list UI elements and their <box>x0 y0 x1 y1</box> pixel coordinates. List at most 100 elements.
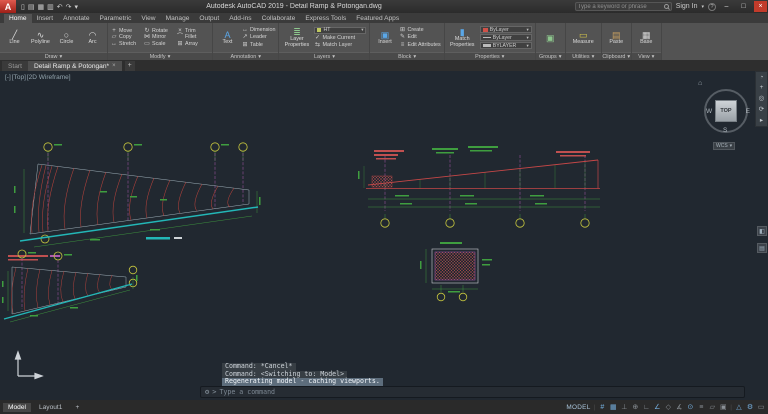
new-drawing-tab-button[interactable]: + <box>125 61 135 71</box>
viewcube-wcs-menu[interactable]: WCS▾ <box>713 142 735 150</box>
file-tab-start[interactable]: Start <box>2 61 28 71</box>
viewcube-south-label[interactable]: S <box>723 127 727 134</box>
stretch-button[interactable]: ↔Stretch <box>111 41 143 48</box>
transparency-icon[interactable]: ▱ <box>708 403 716 411</box>
tab-home[interactable]: Home <box>4 14 32 23</box>
insert-block-button[interactable]: ▣Insert <box>373 30 396 46</box>
create-block-button[interactable]: ⊞Create <box>399 27 440 34</box>
orbit-icon[interactable]: ⟳ <box>759 105 764 113</box>
linetype-combo[interactable]: ByLayer▾ <box>480 34 532 41</box>
tab-manage[interactable]: Manage <box>161 14 195 23</box>
tab-addins[interactable]: Add-ins <box>224 14 256 23</box>
viewport-dock-icon-1[interactable]: ◧ <box>757 226 767 236</box>
table-button[interactable]: ⊞Table <box>242 42 275 49</box>
workspace-switching-icon[interactable]: ⚙ <box>746 403 754 411</box>
tab-annotate[interactable]: Annotate <box>58 14 94 23</box>
panel-annotation-expander[interactable]: Annotation▾ <box>213 52 278 60</box>
text-button[interactable]: AText <box>216 30 239 46</box>
viewcube[interactable]: ⌂ W TOP E S WCS▾ <box>700 80 754 150</box>
tab-view[interactable]: View <box>136 14 160 23</box>
scale-button[interactable]: ▭Scale <box>144 41 176 48</box>
base-button[interactable]: ▦Base <box>635 30 658 46</box>
edit-block-button[interactable]: ✎Edit <box>399 34 440 41</box>
grid-icon[interactable]: # <box>598 404 606 411</box>
sign-in-button[interactable]: Sign In <box>676 3 698 10</box>
command-input[interactable] <box>219 388 740 396</box>
model-badge[interactable]: MODEL <box>566 404 590 411</box>
match-layer-button[interactable]: ⇆Match Layer <box>314 42 366 49</box>
viewcube-home-icon[interactable]: ⌂ <box>698 80 702 87</box>
qat-dropdown-icon[interactable]: ▾ <box>74 3 78 11</box>
panel-layers-expander[interactable]: Layers▾ <box>279 52 369 60</box>
layout1-tab[interactable]: Layout1 <box>34 403 67 412</box>
match-properties-button[interactable]: ▮Match Properties <box>448 27 477 48</box>
search-input[interactable] <box>578 4 662 10</box>
lineweight-icon[interactable]: ≡ <box>697 404 705 411</box>
viewport-view-button[interactable]: [Top] <box>12 74 26 81</box>
layer-combo[interactable]: HT▾ <box>314 27 366 34</box>
selection-cycling-icon[interactable]: ▣ <box>719 403 727 411</box>
object-snap-icon[interactable]: ⊙ <box>686 403 694 411</box>
group-button[interactable]: ▣ <box>539 33 562 43</box>
panel-clipboard-expander[interactable]: Clipboard▾ <box>602 52 631 60</box>
panel-utilities-expander[interactable]: Utilities▾ <box>566 52 601 60</box>
lineweight-combo[interactable]: BYLAYER▾ <box>480 42 532 49</box>
sign-in-caret-icon[interactable]: ▾ <box>701 4 704 10</box>
object-snap-tracking-icon[interactable]: ∡ <box>675 403 683 411</box>
polyline-button[interactable]: ∿Polyline <box>29 30 52 46</box>
polar-tracking-icon[interactable]: ∠ <box>653 403 661 411</box>
panel-view-expander[interactable]: View▾ <box>632 52 661 60</box>
isodraft-icon[interactable]: ◇ <box>664 403 672 411</box>
annotation-visibility-icon[interactable]: △ <box>735 403 743 411</box>
layer-properties-button[interactable]: ≣Layer Properties <box>282 27 311 48</box>
search-icon[interactable] <box>664 4 669 9</box>
plot-icon[interactable]: ▥ <box>47 3 54 11</box>
circle-button[interactable]: ○Circle <box>55 30 78 46</box>
clean-screen-icon[interactable]: ▭ <box>757 403 765 411</box>
snap-icon[interactable]: ▦ <box>609 403 617 411</box>
tab-express-tools[interactable]: Express Tools <box>300 14 351 23</box>
save-icon[interactable]: ▦ <box>37 3 44 11</box>
viewport-visual-style-button[interactable]: [2D Wireframe] <box>27 74 71 81</box>
file-tab-close-icon[interactable]: × <box>112 63 116 69</box>
redo-icon[interactable]: ↷ <box>66 3 72 11</box>
zoom-icon[interactable]: ◎ <box>759 94 765 102</box>
dimension-button[interactable]: ↔Dimension <box>242 27 275 34</box>
tab-featured-apps[interactable]: Featured Apps <box>351 14 404 23</box>
line-button[interactable]: ╱Line <box>3 30 26 46</box>
app-menu-button[interactable]: A <box>0 0 16 13</box>
open-icon[interactable]: ▤ <box>28 3 35 11</box>
panel-block-expander[interactable]: Block▾ <box>370 52 443 60</box>
arc-button[interactable]: ◠Arc <box>81 30 104 46</box>
new-icon[interactable]: ▯ <box>21 3 25 11</box>
maximize-button[interactable]: □ <box>737 1 750 12</box>
pan-icon[interactable]: + <box>760 84 764 91</box>
minimize-button[interactable]: – <box>720 1 733 12</box>
object-color-combo[interactable]: ByLayer▾ <box>480 26 532 33</box>
close-button[interactable]: × <box>754 1 767 12</box>
edit-attributes-button[interactable]: ≡Edit Attributes <box>399 42 440 49</box>
command-customize-icon[interactable]: ⚙ <box>205 387 209 397</box>
viewcube-east-label[interactable]: E <box>746 108 750 115</box>
file-tab-active[interactable]: Detail Ramp & Potongan*× <box>28 61 122 71</box>
viewcube-west-label[interactable]: W <box>706 108 712 115</box>
dynamic-input-icon[interactable]: ⊕ <box>631 403 639 411</box>
array-button[interactable]: ⊞Array <box>177 41 209 48</box>
leader-button[interactable]: ↗Leader <box>242 34 275 41</box>
undo-icon[interactable]: ↶ <box>57 3 63 11</box>
tab-output[interactable]: Output <box>194 14 224 23</box>
ortho-icon[interactable]: ∟ <box>642 404 650 411</box>
tab-parametric[interactable]: Parametric <box>95 14 137 23</box>
tab-collaborate[interactable]: Collaborate <box>257 14 301 23</box>
infer-constraints-icon[interactable]: ⊥ <box>620 403 628 411</box>
viewcube-top-face[interactable]: TOP <box>715 100 737 122</box>
viewport-menu-button[interactable]: [-] <box>5 74 11 81</box>
showmotion-icon[interactable]: ▸ <box>760 116 763 124</box>
cad-canvas[interactable] <box>0 71 768 400</box>
panel-groups-expander[interactable]: Groups▾ <box>536 52 565 60</box>
measure-button[interactable]: ▭Measure <box>569 30 598 46</box>
help-icon[interactable]: ? <box>708 3 716 11</box>
steering-wheel-icon[interactable]: ◔ <box>760 74 764 81</box>
new-layout-button[interactable]: + <box>70 403 84 412</box>
panel-draw-expander[interactable]: Draw▾ <box>0 52 107 60</box>
